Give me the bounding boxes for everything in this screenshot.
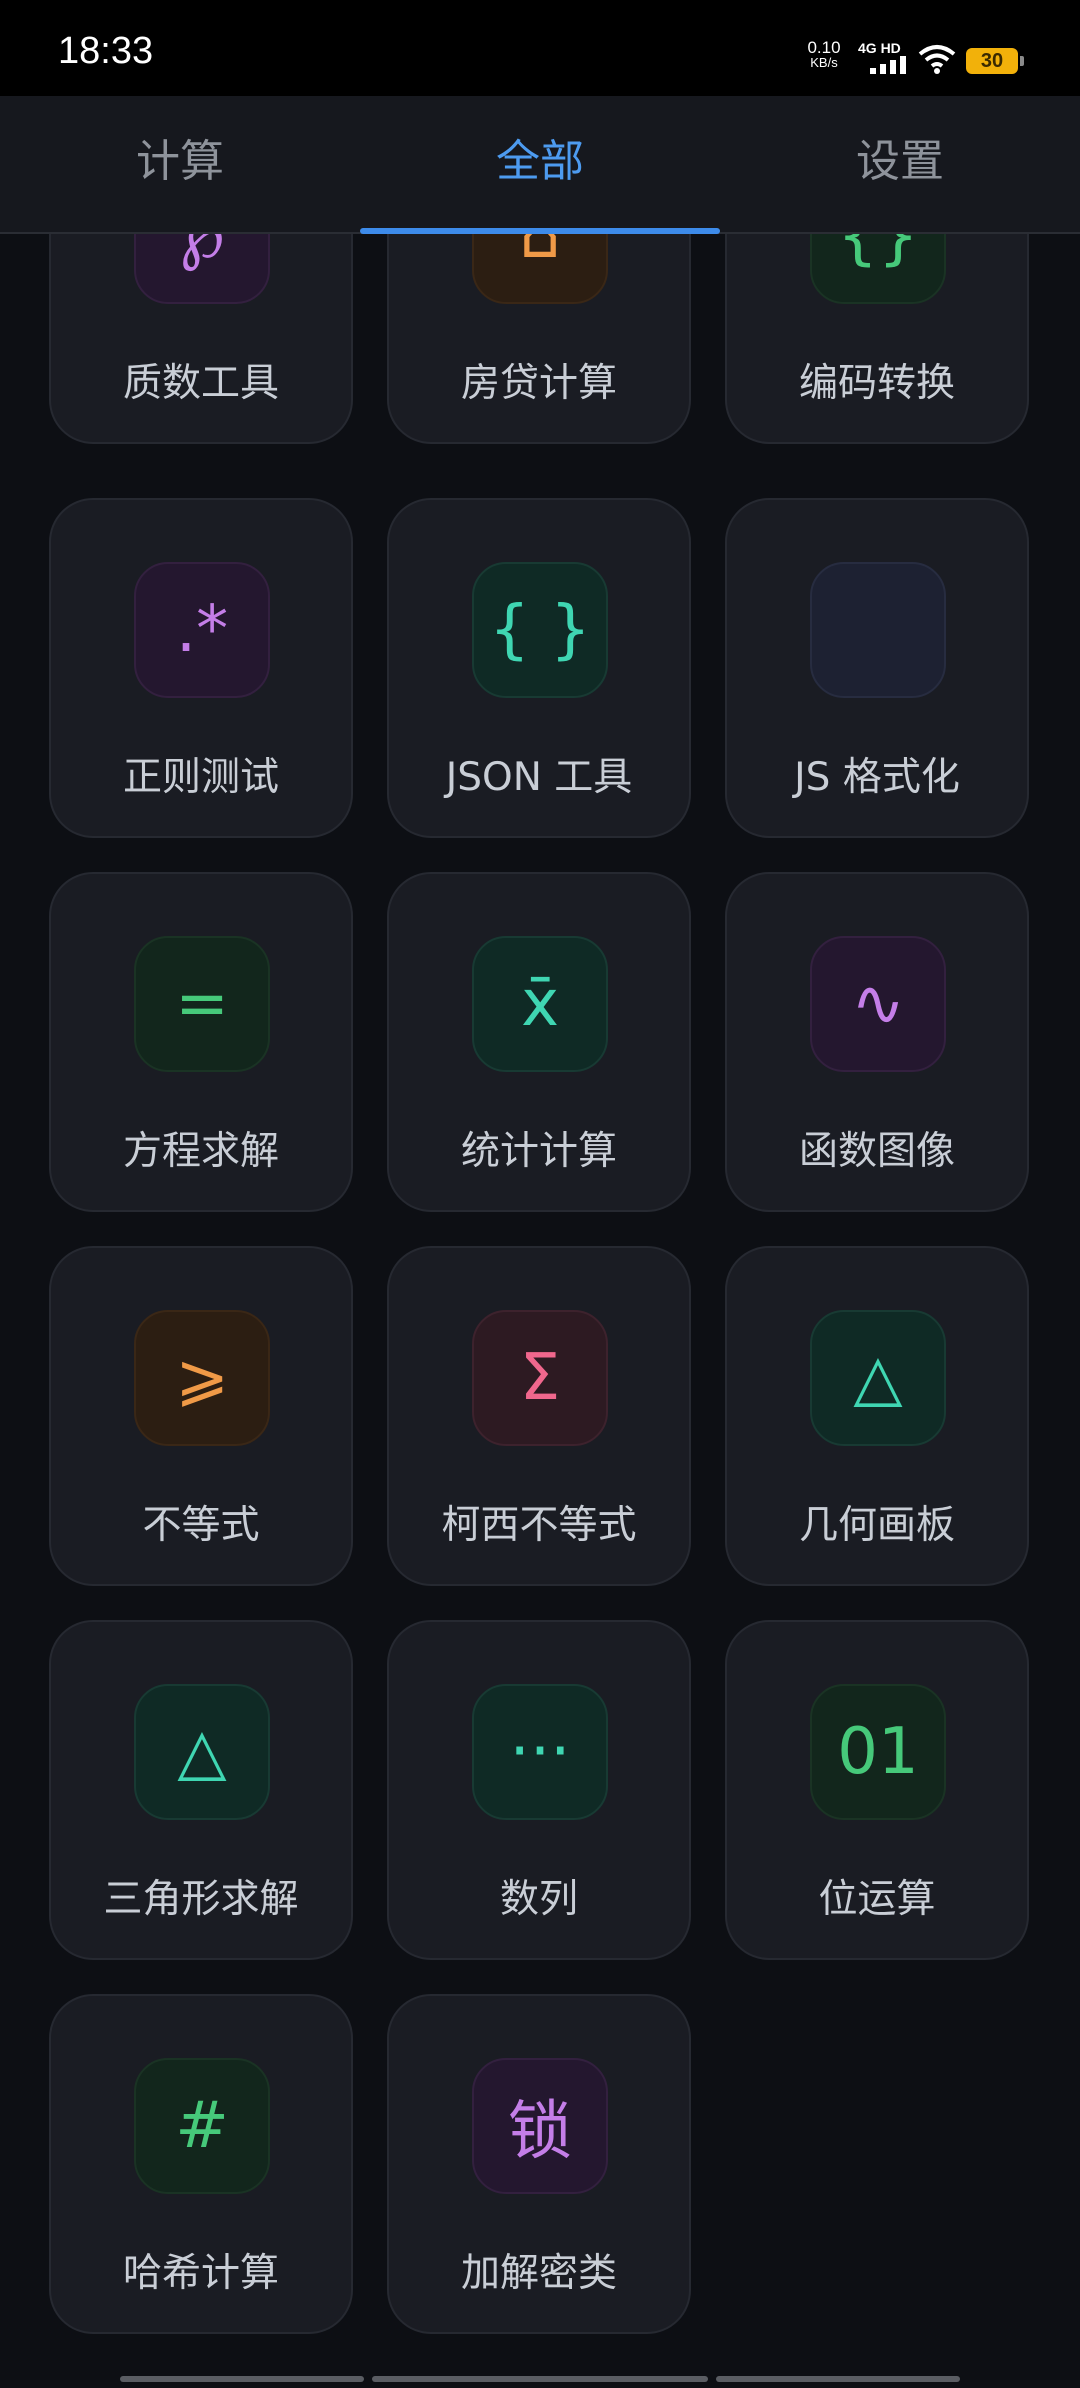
network-speed-value: 0.10 <box>807 38 841 57</box>
tool-card-label: 正则测试 <box>122 755 279 800</box>
tool-card-json[interactable]: { } JSON 工具 <box>387 498 691 838</box>
tool-card-equation[interactable]: = 方程求解 <box>49 872 353 1212</box>
ellipsis-icon: ··· <box>472 1684 608 1820</box>
tool-card-label: 方程求解 <box>122 1129 279 1174</box>
weierstrass-p-icon: ℘ <box>134 234 270 304</box>
tool-card-cauchy[interactable]: Σ 柯西不等式 <box>387 1246 691 1586</box>
tool-card-label: 柯西不等式 <box>441 1503 637 1548</box>
network-type-label: 4G HD <box>858 40 901 56</box>
network-speed: 0.10 KB/s <box>804 38 844 70</box>
tab-settings[interactable]: 设置 <box>720 96 1080 232</box>
tool-card-label: 位运算 <box>818 1877 936 1922</box>
equals-icon: = <box>134 936 270 1072</box>
nav-handle-right <box>716 2376 960 2382</box>
mean-icon: x̄ <box>472 936 608 1072</box>
tool-card-label: 统计计算 <box>460 1129 617 1174</box>
tool-card-mortgage[interactable]: ⌂ 房贷计算 <box>387 234 691 444</box>
tool-card-label: 数列 <box>499 1877 578 1922</box>
triangle-icon: △ <box>810 1310 946 1446</box>
house-icon: ⌂ <box>472 234 608 304</box>
tool-card-statistics[interactable]: x̄ 统计计算 <box>387 872 691 1212</box>
nav-handle-center[interactable] <box>372 2376 708 2382</box>
regex-icon: .* <box>134 562 270 698</box>
js-format-icon <box>810 562 946 698</box>
tool-card-label: 质数工具 <box>122 361 279 406</box>
braces-icon: {} <box>810 234 946 304</box>
lock-icon: 锁 <box>472 2058 608 2194</box>
binary-icon: 01 <box>810 1684 946 1820</box>
triangle-icon: △ <box>134 1684 270 1820</box>
status-time: 18:33 <box>58 30 154 72</box>
inequality-icon: ⩾ <box>134 1310 270 1446</box>
tool-card-hash[interactable]: # 哈希计算 <box>49 1994 353 2334</box>
wifi-icon <box>918 45 956 74</box>
tool-card-triangle-solver[interactable]: △ 三角形求解 <box>49 1620 353 1960</box>
sigma-icon: Σ <box>472 1310 608 1446</box>
tool-card-label: 加解密类 <box>460 2251 617 2296</box>
tool-card-label: JS 格式化 <box>794 755 960 800</box>
tool-card-label: 不等式 <box>142 1503 260 1548</box>
nav-handle-left <box>120 2376 364 2382</box>
tool-card-label: 三角形求解 <box>103 1877 299 1922</box>
tab-calculate[interactable]: 计算 <box>0 96 360 232</box>
tab-all[interactable]: 全部 <box>360 96 720 232</box>
tool-card-sequence[interactable]: ··· 数列 <box>387 1620 691 1960</box>
cellular-signal-icon <box>870 56 906 74</box>
status-bar: 18:33 0.10 KB/s 4G HD 30 <box>0 0 1080 96</box>
tool-card-label: 房贷计算 <box>460 361 617 406</box>
tool-grid[interactable]: ℘ 质数工具 ⌂ 房贷计算 {} 编码转换 .* 正则测试 { } JSON 工… <box>0 234 1080 2354</box>
json-braces-icon: { } <box>472 562 608 698</box>
tool-card-inequality[interactable]: ⩾ 不等式 <box>49 1246 353 1586</box>
battery-icon: 30 <box>966 48 1024 74</box>
tool-card-label: 函数图像 <box>798 1129 955 1174</box>
wave-icon: ∿ <box>810 936 946 1072</box>
tool-card-prime[interactable]: ℘ 质数工具 <box>49 234 353 444</box>
tab-bar: 计算 全部 设置 <box>0 96 1080 234</box>
tool-card-js-format[interactable]: JS 格式化 <box>725 498 1029 838</box>
hash-icon: # <box>134 2058 270 2194</box>
tool-card-encoding[interactable]: {} 编码转换 <box>725 234 1029 444</box>
tool-card-bitwise[interactable]: 01 位运算 <box>725 1620 1029 1960</box>
tool-card-label: 几何画板 <box>798 1503 955 1548</box>
tool-card-function-graph[interactable]: ∿ 函数图像 <box>725 872 1029 1212</box>
tool-card-geometry[interactable]: △ 几何画板 <box>725 1246 1029 1586</box>
tool-card-label: 哈希计算 <box>122 2251 279 2296</box>
tool-card-regex[interactable]: .* 正则测试 <box>49 498 353 838</box>
network-speed-unit: KB/s <box>810 55 838 70</box>
tool-card-label: JSON 工具 <box>445 755 633 800</box>
tool-card-label: 编码转换 <box>798 361 955 406</box>
tool-card-crypto[interactable]: 锁 加解密类 <box>387 1994 691 2334</box>
